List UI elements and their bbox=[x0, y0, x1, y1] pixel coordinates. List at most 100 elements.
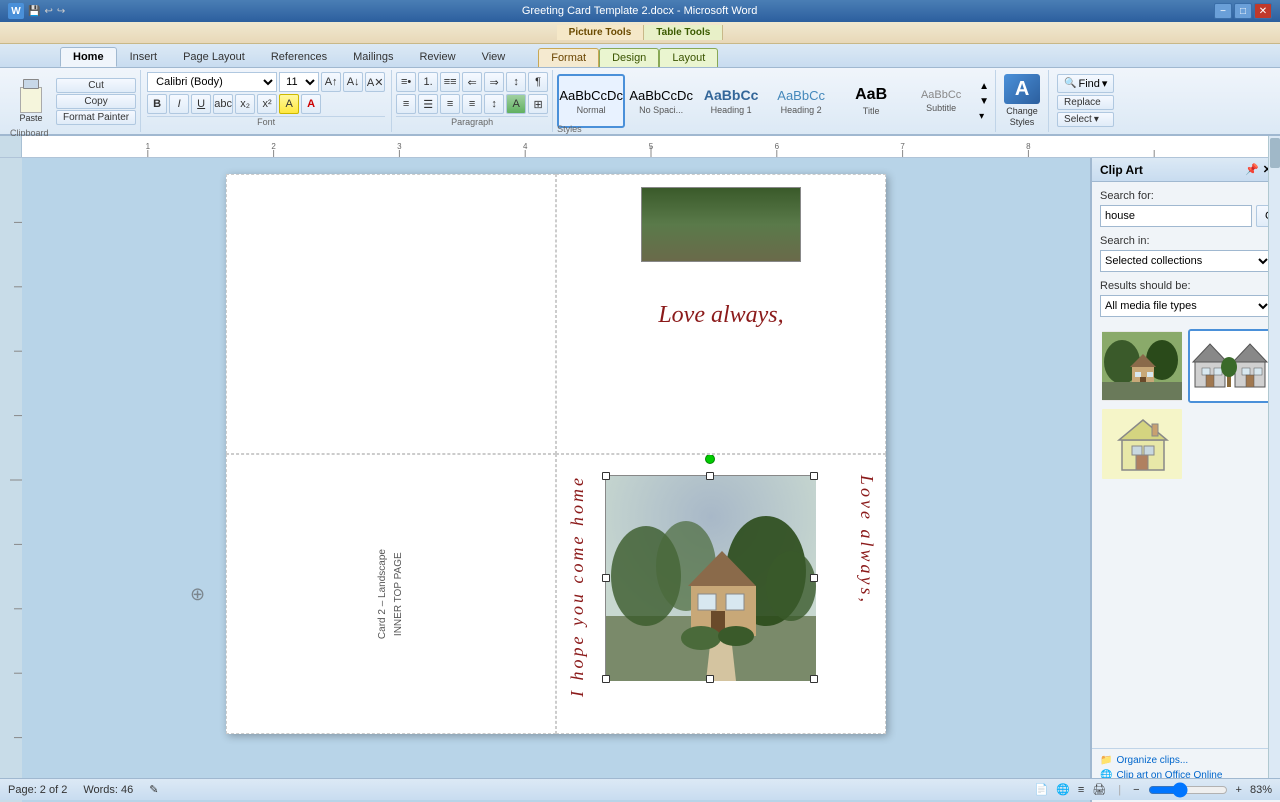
shrink-font-button[interactable]: A↓ bbox=[343, 72, 363, 92]
font-size-selector[interactable]: 11 bbox=[279, 72, 319, 92]
align-center-button[interactable]: ☰ bbox=[418, 94, 438, 114]
tab-insert[interactable]: Insert bbox=[117, 47, 171, 67]
style-no-spacing[interactable]: AaBbCcDc No Spaci... bbox=[627, 74, 695, 128]
zoom-in-button[interactable]: + bbox=[1236, 784, 1242, 796]
handle-bm[interactable] bbox=[706, 675, 714, 683]
line-spacing-button[interactable]: ↕ bbox=[484, 94, 504, 114]
ribbon-tabs: Home Insert Page Layout References Maili… bbox=[0, 44, 1280, 68]
font-color-button[interactable]: A bbox=[301, 94, 321, 114]
change-styles-button[interactable]: A ChangeStyles bbox=[996, 70, 1049, 132]
proofing-icon[interactable]: ✎ bbox=[149, 783, 158, 796]
tab-review[interactable]: Review bbox=[406, 47, 468, 67]
search-in-select[interactable]: Selected collections bbox=[1100, 250, 1272, 272]
increase-indent-button[interactable]: ⇒ bbox=[484, 72, 504, 92]
clip-art-item-1[interactable] bbox=[1100, 329, 1184, 403]
clip-art-scrollbar[interactable] bbox=[1268, 158, 1280, 778]
table-tools-tab[interactable]: Table Tools bbox=[644, 25, 723, 40]
highlight-button[interactable]: A bbox=[279, 94, 299, 114]
svg-text:8: 8 bbox=[1026, 142, 1031, 151]
handle-rotate[interactable] bbox=[705, 454, 715, 464]
align-right-button[interactable]: ≡ bbox=[440, 94, 460, 114]
align-left-button[interactable]: ≡ bbox=[396, 94, 416, 114]
organize-clips-link[interactable]: 📁 Organize clips... bbox=[1100, 753, 1272, 768]
clip-art-item-2[interactable] bbox=[1188, 329, 1272, 403]
copy-button[interactable]: Copy bbox=[56, 94, 136, 109]
tab-design[interactable]: Design bbox=[599, 48, 659, 67]
find-button[interactable]: 🔍 Find ▾ bbox=[1057, 74, 1114, 93]
show-formatting-button[interactable]: ¶ bbox=[528, 72, 548, 92]
zoom-out-button[interactable]: − bbox=[1133, 784, 1139, 796]
tab-page-layout[interactable]: Page Layout bbox=[170, 47, 258, 67]
justify-button[interactable]: ≡ bbox=[462, 94, 482, 114]
view-normal-icon[interactable]: 📄 bbox=[1034, 783, 1048, 796]
house-image-svg bbox=[606, 476, 816, 681]
style-title[interactable]: AaB Title bbox=[837, 74, 905, 128]
styles-more[interactable]: ▾ bbox=[977, 109, 991, 124]
tab-format[interactable]: Format bbox=[538, 48, 599, 67]
multilevel-list-button[interactable]: ≡≡ bbox=[440, 72, 460, 92]
paste-button[interactable]: Paste bbox=[8, 72, 54, 130]
styles-scroll-down[interactable]: ▼ bbox=[977, 94, 991, 109]
handle-tl[interactable] bbox=[602, 472, 610, 480]
style-normal-preview: AaBbCcDc bbox=[559, 88, 623, 103]
picture-tools-tab[interactable]: Picture Tools bbox=[557, 25, 645, 40]
handle-bl[interactable] bbox=[602, 675, 610, 683]
strikethrough-button[interactable]: abc bbox=[213, 94, 233, 114]
tab-mailings[interactable]: Mailings bbox=[340, 47, 406, 67]
style-heading2[interactable]: AaBbCc Heading 2 bbox=[767, 74, 835, 128]
view-outline-icon[interactable]: ≡ bbox=[1078, 784, 1084, 796]
view-web-icon[interactable]: 🌐 bbox=[1056, 783, 1070, 796]
replace-button[interactable]: Replace bbox=[1057, 95, 1114, 110]
bullets-button[interactable]: ≡• bbox=[396, 72, 416, 92]
grow-font-button[interactable]: A↑ bbox=[321, 72, 341, 92]
style-heading1[interactable]: AaBbCc Heading 1 bbox=[697, 74, 765, 128]
italic-button[interactable]: I bbox=[169, 94, 189, 114]
results-select[interactable]: All media file types bbox=[1100, 295, 1272, 317]
handle-tm[interactable] bbox=[706, 472, 714, 480]
para-row-2: ≡ ☰ ≡ ≡ ↕ A ⊞ bbox=[396, 94, 548, 114]
clip-art-search-input[interactable] bbox=[1100, 205, 1252, 227]
tab-home[interactable]: Home bbox=[60, 47, 117, 67]
handle-tr[interactable] bbox=[810, 472, 818, 480]
zoom-slider[interactable] bbox=[1148, 782, 1228, 798]
handle-br[interactable] bbox=[810, 675, 818, 683]
clip-art-scrollbar-thumb[interactable] bbox=[1270, 158, 1280, 168]
format-painter-button[interactable]: Format Painter bbox=[56, 110, 136, 125]
ruler-corner bbox=[0, 136, 22, 157]
font-name-selector[interactable]: Calibri (Body) bbox=[147, 72, 277, 92]
tab-view[interactable]: View bbox=[469, 47, 519, 67]
close-button[interactable]: ✕ bbox=[1254, 3, 1272, 19]
house-image-container[interactable] bbox=[605, 475, 815, 680]
handle-rm[interactable] bbox=[810, 574, 818, 582]
subscript-button[interactable]: x₂ bbox=[235, 94, 255, 114]
select-button[interactable]: Select ▾ bbox=[1057, 112, 1114, 127]
shading-button[interactable]: A bbox=[506, 94, 526, 114]
clear-format-button[interactable]: A✕ bbox=[365, 72, 385, 92]
underline-button[interactable]: U bbox=[191, 94, 211, 114]
numbering-button[interactable]: 1. bbox=[418, 72, 438, 92]
quick-access-save[interactable]: 💾 bbox=[28, 6, 40, 17]
maximize-button[interactable]: □ bbox=[1234, 3, 1252, 19]
view-print-icon[interactable]: 🖨 bbox=[1092, 783, 1106, 796]
cut-button[interactable]: Cut bbox=[56, 78, 136, 93]
handle-lm[interactable] bbox=[602, 574, 610, 582]
border-button[interactable]: ⊞ bbox=[528, 94, 548, 114]
ruler-main: 1 2 3 4 5 6 7 8 bbox=[22, 136, 1280, 157]
style-subtitle[interactable]: AaBbCc Subtitle bbox=[907, 74, 975, 128]
quick-access-redo[interactable]: ↪ bbox=[57, 6, 65, 17]
tab-references[interactable]: References bbox=[258, 47, 340, 67]
bold-button[interactable]: B bbox=[147, 94, 167, 114]
superscript-button[interactable]: x² bbox=[257, 94, 277, 114]
style-normal[interactable]: AaBbCcDc Normal bbox=[557, 74, 625, 128]
tab-layout[interactable]: Layout bbox=[659, 48, 718, 67]
styles-scroll[interactable]: ▲ ▼ ▾ bbox=[977, 79, 991, 124]
decrease-indent-button[interactable]: ⇐ bbox=[462, 72, 482, 92]
quick-access-undo[interactable]: ↩ bbox=[44, 6, 52, 17]
styles-scroll-up[interactable]: ▲ bbox=[977, 79, 991, 94]
minimize-button[interactable]: − bbox=[1214, 3, 1232, 19]
page-info: Page: 2 of 2 bbox=[8, 784, 67, 796]
sort-button[interactable]: ↕ bbox=[506, 72, 526, 92]
find-dropdown-icon: ▾ bbox=[1102, 77, 1108, 90]
clip-art-pin-icon[interactable]: 📌 bbox=[1245, 163, 1259, 176]
clip-art-item-3[interactable] bbox=[1100, 407, 1184, 481]
